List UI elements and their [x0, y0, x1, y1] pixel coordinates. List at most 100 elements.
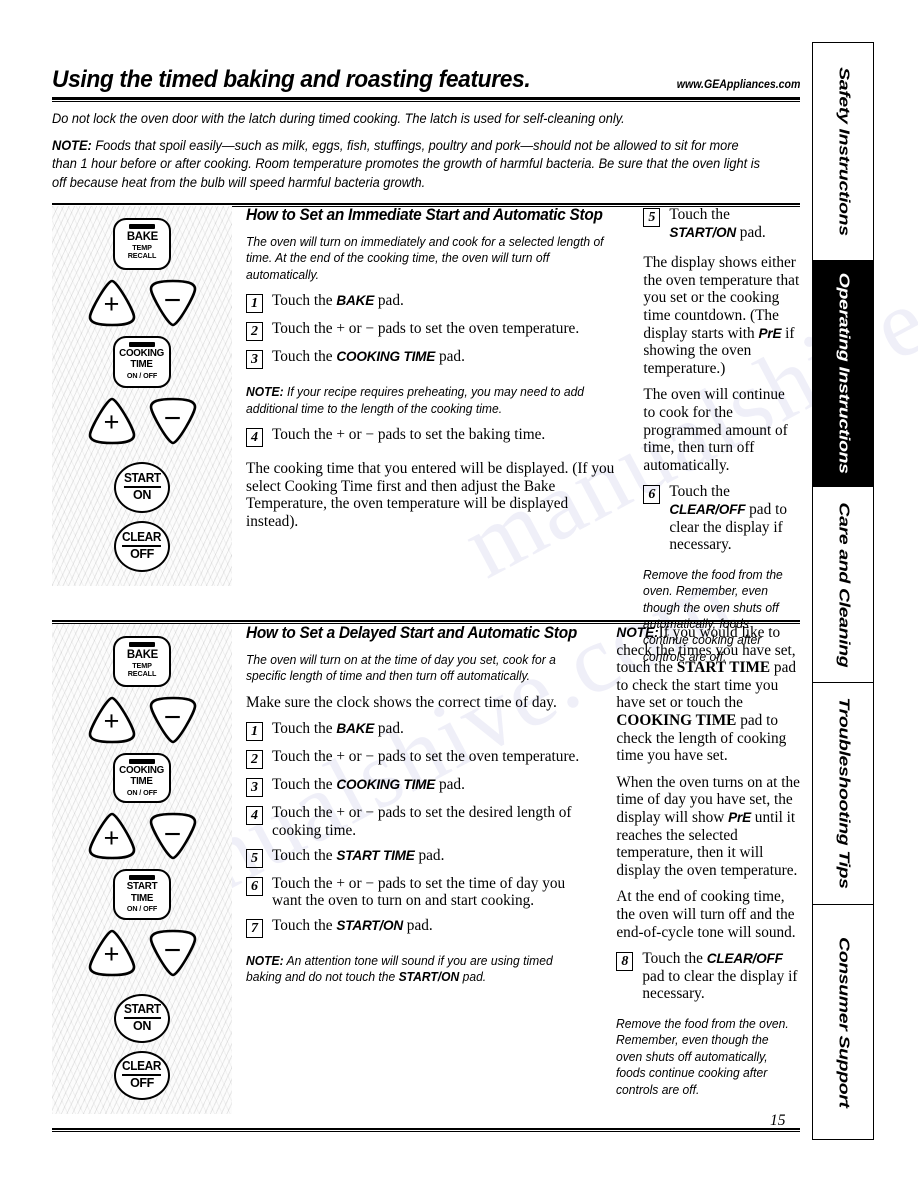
start-time-sublabel: ON / OFF: [126, 904, 158, 914]
plus-pad-start-time[interactable]: +: [86, 929, 138, 977]
tab-label: Care and Cleaning: [835, 502, 852, 667]
step-text: Touch the + or − pads to set the baking …: [272, 426, 546, 444]
step-item: 8 Touch the CLEAR/OFF pad to clear the d…: [616, 950, 800, 1003]
step-text: Touch the CLEAR/OFF pad to clear the dis…: [669, 483, 800, 553]
step-number: 3: [246, 350, 263, 370]
page-number: 15: [770, 1112, 786, 1129]
time-plus-minus-row: + −: [86, 397, 199, 445]
pre-indicator-label: PrE: [728, 809, 751, 825]
plus-pad-temperature[interactable]: +: [86, 696, 138, 744]
step-item: 2 Touch the + or − pads to set the oven …: [246, 748, 594, 770]
cooking-time-pad[interactable]: COOKING TIME ON / OFF: [113, 752, 171, 804]
intro-latch-warning: Do not lock the oven door with the latch…: [52, 111, 625, 126]
step-number: 4: [246, 428, 263, 448]
clear-off-pad[interactable]: CLEAR OFF: [114, 1050, 170, 1100]
step-text: Touch the CLEAR/OFF pad to clear the dis…: [642, 950, 800, 1003]
cooking-time-pad[interactable]: COOKING TIME ON / OFF: [113, 335, 171, 388]
step-text: Touch the + or − pads to set the oven te…: [272, 320, 580, 338]
step-text-pre: Touch the: [272, 348, 337, 366]
plus-glyph: +: [103, 939, 120, 970]
step-text: Touch the + or − pads to set the desired…: [272, 804, 572, 839]
step-item: 6 Touch the + or − pads to set the time …: [246, 875, 594, 910]
step-text: Touch the COOKING TIME pad.: [272, 348, 465, 366]
step-number: 4: [246, 806, 263, 826]
step-text-post: pad.: [414, 846, 445, 864]
start-on-pad[interactable]: START ON: [114, 461, 170, 513]
section-rule-bottom: [52, 1128, 800, 1132]
minus-pad-cooking-time[interactable]: −: [147, 812, 199, 860]
site-url: www.GEAppliances.com: [676, 79, 800, 91]
clear-off-top-label: CLEAR: [122, 1060, 162, 1077]
step-text: Touch the BAKE pad.: [272, 720, 404, 738]
step-number: 6: [246, 876, 263, 896]
step-pad-name: START TIME: [336, 847, 415, 863]
minus-pad-start-time[interactable]: −: [147, 929, 199, 977]
step-text-post: pad.: [402, 916, 433, 934]
step-item: 6 Touch the CLEAR/OFF pad to clear the d…: [643, 483, 800, 553]
plus-pad-cooking-time[interactable]: +: [86, 812, 138, 860]
step-text: Touch the START/ON pad.: [272, 917, 433, 935]
bake-pad[interactable]: BAKE TEMP RECALL: [113, 636, 171, 687]
tab-troubleshooting-tips[interactable]: Troubleshooting Tips: [812, 682, 874, 904]
tab-safety-instructions[interactable]: Safety Instructions: [812, 42, 874, 260]
step-text: Touch the START/ON pad.: [669, 206, 800, 241]
step-text-pre: Touch the: [669, 206, 730, 223]
section1-display-paragraph: The display shows either the oven temper…: [643, 254, 800, 377]
step-item: 1 Touch the BAKE pad.: [246, 292, 621, 314]
plus-pad-temperature[interactable]: +: [86, 279, 138, 327]
section1-lead: The oven will turn on immediately and co…: [246, 235, 604, 282]
start-on-bottom-label: ON: [133, 488, 151, 503]
cooking-time-sublabel: ON / OFF: [126, 370, 158, 380]
tab-operating-instructions[interactable]: Operating Instructions: [812, 260, 874, 486]
minus-pad-temperature[interactable]: −: [147, 279, 199, 327]
minus-pad-time[interactable]: −: [147, 397, 199, 445]
step-text: Touch the BAKE pad.: [272, 292, 404, 310]
section1-heading: How to Set an Immediate Start and Automa…: [246, 206, 603, 224]
clear-off-pad[interactable]: CLEAR OFF: [114, 520, 170, 572]
step-pad-name: BAKE: [336, 721, 375, 737]
control-panel-illustration-delayed: BAKE TEMP RECALL + − COOKING TIME ON / O…: [52, 624, 232, 1114]
pre-indicator-label: PrE: [758, 325, 782, 341]
step-item: 4 Touch the + or − pads to set the desir…: [246, 804, 594, 839]
start-on-top-label: START: [123, 472, 161, 489]
start-time-pad[interactable]: START TIME ON / OFF: [113, 869, 171, 920]
start-on-pad[interactable]: START ON: [114, 993, 170, 1043]
step-text-post: pad.: [435, 776, 465, 794]
step-text: Touch the COOKING TIME pad.: [272, 776, 465, 794]
tab-label: Operating Instructions: [835, 272, 852, 475]
section1-right-column: 5 Touch the START/ON pad. The display sh…: [635, 206, 800, 674]
clear-off-bottom-label: OFF: [130, 547, 154, 562]
step-item: 5 Touch the START/ON pad.: [643, 206, 800, 241]
section2-check-times-note: NOTE:If you would like to check the time…: [616, 624, 800, 765]
tab-care-and-cleaning[interactable]: Care and Cleaning: [812, 486, 874, 682]
minus-pad-temperature[interactable]: −: [147, 696, 199, 744]
bake-pad[interactable]: BAKE TEMP RECALL: [113, 218, 171, 270]
plus-glyph: +: [103, 407, 120, 438]
tab-consumer-support[interactable]: Consumer Support: [812, 904, 874, 1140]
temp-plus-minus-row: + −: [86, 696, 199, 744]
bake-pad-label: BAKE: [126, 229, 158, 243]
step-text-post: pad.: [374, 292, 404, 310]
section2-heading: How to Set a Delayed Start and Automatic…: [246, 624, 577, 642]
step-number: 5: [643, 208, 661, 227]
cooking-time-line2: TIME: [130, 776, 154, 788]
plus-glyph: +: [103, 289, 120, 320]
start-time-pad-label: START TIME: [126, 881, 158, 904]
temp-plus-minus-row: + −: [86, 279, 199, 327]
step-pad-name: CLEAR/OFF: [669, 501, 746, 517]
tab-label: Troubleshooting Tips: [835, 697, 852, 890]
cooking-time-line2: TIME: [130, 359, 154, 371]
step-pad-name: START/ON: [669, 224, 736, 240]
note-text: If your recipe requires preheating, you …: [246, 385, 585, 416]
note-label: NOTE:: [246, 953, 284, 968]
step-text-post: pad.: [435, 348, 465, 366]
cooking-time-sublabel: ON / OFF: [126, 787, 158, 797]
intro-food-note: NOTE: Foods that spoil easily—such as mi…: [52, 137, 766, 193]
section2-closing-note: Remove the food from the oven. Remember,…: [616, 1016, 790, 1097]
bake-sub-recall: RECALL: [127, 668, 157, 678]
cooking-time-pad-label: COOKING TIME: [120, 765, 165, 788]
plus-pad-time[interactable]: +: [86, 397, 138, 445]
step-number: 3: [246, 778, 263, 798]
start-time-line1: START: [126, 881, 158, 893]
step-item: 2 Touch the + or − pads to set the oven …: [246, 320, 621, 342]
